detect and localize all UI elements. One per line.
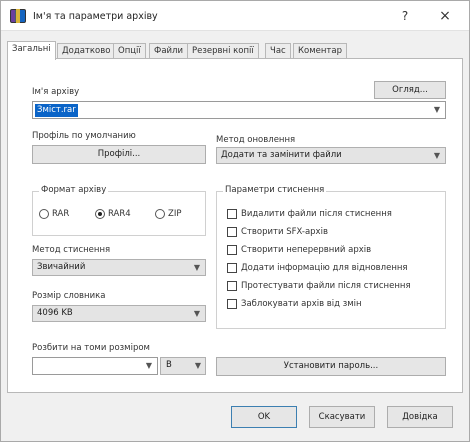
browse-button[interactable]: Огляд... (374, 81, 446, 99)
chevron-down-icon: ▼ (194, 361, 201, 370)
compression-method-select[interactable]: Звичайний ▼ (32, 259, 206, 276)
tab-advanced[interactable]: Додатково (57, 43, 116, 59)
archive-format-label: Формат архіву (39, 185, 109, 195)
dictionary-size-value: 4096 KB (37, 308, 73, 318)
tab-files[interactable]: Файли (149, 43, 189, 59)
option-create-sfx[interactable]: Створити SFX-архів (227, 226, 447, 240)
profiles-button[interactable]: Профілі... (32, 145, 206, 164)
radio-rar[interactable] (39, 209, 49, 219)
cancel-button[interactable]: Скасувати (309, 406, 375, 428)
close-button[interactable]: × (437, 7, 453, 25)
chevron-down-icon: ▼ (433, 151, 441, 160)
chevron-down-icon: ▼ (193, 309, 201, 318)
compression-method-label: Метод стиснення (32, 245, 111, 255)
compression-options-group: Параметри стиснення Видалити файли після… (216, 185, 447, 329)
checkbox[interactable] (227, 245, 237, 255)
archive-name-label: Ім'я архіву (32, 87, 80, 97)
general-tab-panel: Ім'я архіву Огляд... Зміст.rar ▼ Профіль… (7, 58, 463, 393)
checkbox[interactable] (227, 209, 237, 219)
tab-time[interactable]: Час (265, 43, 291, 59)
radio-rar4[interactable] (95, 209, 105, 219)
chevron-down-icon: ▼ (193, 263, 201, 272)
chevron-down-icon[interactable]: ▼ (144, 358, 154, 374)
update-method-label: Метод оновлення (216, 135, 296, 145)
option-label[interactable]: Заблокувати архів від змін (241, 298, 362, 310)
set-password-button[interactable]: Установити пароль... (216, 357, 446, 376)
archive-name-and-parameters-dialog: Ім'я та параметри архіву ? × Загальні До… (0, 0, 470, 442)
checkbox[interactable] (227, 299, 237, 309)
chevron-down-icon[interactable]: ▼ (432, 102, 442, 118)
archive-name-field[interactable]: Зміст.rar ▼ (32, 101, 446, 119)
option-solid-archive[interactable]: Створити неперервний архів (227, 244, 447, 258)
winrar-icon (10, 9, 26, 23)
tab-backup[interactable]: Резервні копії (187, 43, 259, 59)
ok-button[interactable]: OK (231, 406, 297, 428)
window-title: Ім'я та параметри архіву (33, 11, 158, 22)
option-label[interactable]: Протестувати файли після стиснення (241, 280, 411, 292)
option-test-files[interactable]: Протестувати файли після стиснення (227, 280, 447, 294)
radio-rar-label[interactable]: RAR (52, 209, 69, 219)
tab-general[interactable]: Загальні (7, 41, 56, 60)
option-label[interactable]: Додати інформацію для відновлення (241, 262, 408, 274)
title-bar: Ім'я та параметри архіву ? × (1, 1, 469, 31)
archive-name-value[interactable]: Зміст.rar (35, 104, 78, 117)
tab-comment[interactable]: Коментар (293, 43, 347, 59)
option-delete-files[interactable]: Видалити файли після стиснення (227, 208, 447, 222)
volume-unit-select[interactable]: B ▼ (160, 357, 206, 375)
split-volumes-label: Розбити на томи розміром (32, 343, 150, 353)
update-method-select[interactable]: Додати та замінити файли ▼ (216, 147, 446, 164)
help-title-button[interactable]: ? (397, 8, 413, 24)
radio-zip[interactable] (155, 209, 165, 219)
help-button[interactable]: Довідка (387, 406, 453, 428)
radio-rar4-label[interactable]: RAR4 (108, 209, 131, 219)
compression-method-value: Звичайний (37, 262, 86, 272)
option-label[interactable]: Видалити файли після стиснення (241, 208, 392, 220)
update-method-value: Додати та замінити файли (221, 150, 342, 160)
compression-options-label: Параметри стиснення (223, 185, 327, 195)
checkbox[interactable] (227, 263, 237, 273)
radio-zip-label[interactable]: ZIP (168, 209, 181, 219)
dictionary-size-select[interactable]: 4096 KB ▼ (32, 305, 206, 322)
option-label[interactable]: Створити SFX-архів (241, 226, 328, 238)
option-lock-archive[interactable]: Заблокувати архів від змін (227, 298, 447, 312)
checkbox[interactable] (227, 227, 237, 237)
volume-unit-value: B (166, 360, 172, 370)
option-label[interactable]: Створити неперервний архів (241, 244, 371, 256)
tab-strip: Загальні Додатково Опції Файли Резервні … (7, 41, 463, 60)
split-volumes-input[interactable]: ▼ (32, 357, 158, 375)
checkbox[interactable] (227, 281, 237, 291)
archive-format-group: Формат архіву RAR RAR4 ZIP (32, 185, 206, 236)
dictionary-size-label: Розмір словника (32, 291, 106, 301)
default-profile-label: Профіль по умолчанию (32, 131, 136, 141)
option-recovery-record[interactable]: Додати інформацію для відновлення (227, 262, 447, 276)
tab-options[interactable]: Опції (113, 43, 146, 59)
